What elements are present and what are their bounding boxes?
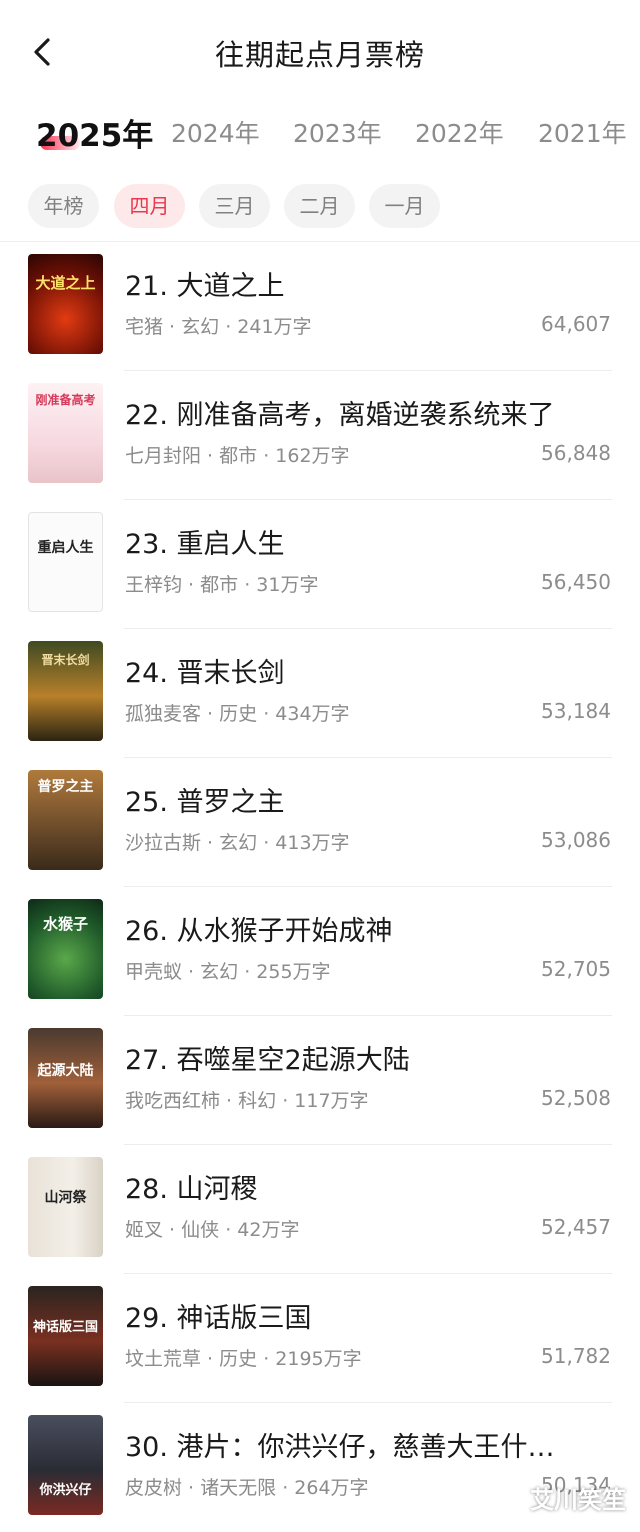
vote-count: 56,450 [541, 570, 611, 594]
genre: 都市 [219, 445, 258, 467]
word-count: 117万字 [294, 1090, 369, 1112]
book-title: 21. 大道之上 [125, 271, 285, 302]
chip-january[interactable]: 一月 [369, 184, 440, 228]
tab-year-2023[interactable]: 2023年 [293, 114, 382, 150]
word-count: 434万字 [275, 703, 350, 725]
vote-count: 53,086 [541, 828, 611, 852]
page-title: 往期起点月票榜 [214, 38, 425, 72]
genre: 玄幻 [219, 832, 258, 854]
book-meta: 甲壳蚁 · 玄幻 · 255万字 [125, 961, 331, 983]
tab-year-2021[interactable]: 2021年 [538, 114, 627, 150]
vote-count: 64,607 [541, 312, 611, 336]
genre: 玄幻 [200, 961, 239, 983]
vote-count: 52,705 [541, 957, 611, 981]
word-count: 264万字 [294, 1477, 369, 1499]
genre: 历史 [219, 703, 258, 725]
author: 孤独麦客 [125, 703, 202, 725]
vote-count: 56,848 [541, 441, 611, 465]
book-cover: 晋末长剑 [28, 641, 103, 741]
year-tabs: 2025年 2024年 2023年 2022年 2021年 [0, 104, 640, 164]
chip-february[interactable]: 二月 [284, 184, 355, 228]
book-title: 30. 港片：你洪兴仔，慈善大王什… [125, 1432, 555, 1463]
genre: 仙侠 [181, 1219, 220, 1241]
genre: 诸天无限 [200, 1477, 277, 1499]
book-meta: 宅猪 · 玄幻 · 241万字 [125, 316, 312, 338]
book-meta: 我吃西红柿 · 科幻 · 117万字 [125, 1090, 369, 1112]
vote-count: 51,782 [541, 1344, 611, 1368]
list-item[interactable]: 起源大陆 27. 吞噬星空2起源大陆 我吃西红柿 · 科幻 · 117万字 52… [0, 1016, 640, 1145]
book-title: 26. 从水猴子开始成神 [125, 916, 393, 947]
author: 王梓钧 [125, 574, 183, 596]
author: 皮皮树 [125, 1477, 183, 1499]
book-meta: 沙拉古斯 · 玄幻 · 413万字 [125, 832, 350, 854]
list-item[interactable]: 晋末长剑 24. 晋末长剑 孤独麦客 · 历史 · 434万字 53,184 [0, 629, 640, 758]
book-meta: 王梓钧 · 都市 · 31万字 [125, 574, 319, 596]
book-meta: 姬叉 · 仙侠 · 42万字 [125, 1219, 300, 1241]
word-count: 241万字 [237, 316, 312, 338]
book-cover: 普罗之主 [28, 770, 103, 870]
chip-april[interactable]: 四月 [114, 184, 185, 228]
author: 我吃西红柿 [125, 1090, 221, 1112]
word-count: 162万字 [275, 445, 350, 467]
list-item[interactable]: 水猴子 26. 从水猴子开始成神 甲壳蚁 · 玄幻 · 255万字 52,705 [0, 887, 640, 1016]
vote-count: 52,508 [541, 1086, 611, 1110]
list-item[interactable]: 神话版三国 29. 神话版三国 坟土荒草 · 历史 · 2195万字 51,78… [0, 1274, 640, 1403]
word-count: 42万字 [237, 1219, 300, 1241]
chip-year-list[interactable]: 年榜 [28, 184, 99, 228]
chip-march[interactable]: 三月 [199, 184, 270, 228]
book-cover: 大道之上 [28, 254, 103, 354]
word-count: 31万字 [256, 574, 319, 596]
book-title: 29. 神话版三国 [125, 1303, 312, 1334]
tab-year-2022[interactable]: 2022年 [415, 114, 504, 150]
genre: 历史 [219, 1348, 258, 1370]
genre: 玄幻 [181, 316, 220, 338]
word-count: 413万字 [275, 832, 350, 854]
list-item[interactable]: 普罗之主 25. 普罗之主 沙拉古斯 · 玄幻 · 413万字 53,086 [0, 758, 640, 887]
list-item[interactable]: 刚准备高考 22. 刚准备高考，离婚逆袭系统来了 七月封阳 · 都市 · 162… [0, 371, 640, 500]
book-cover: 山河祭 [28, 1157, 103, 1257]
book-title: 27. 吞噬星空2起源大陆 [125, 1045, 410, 1076]
vote-count: 53,184 [541, 699, 611, 723]
book-cover: 水猴子 [28, 899, 103, 999]
book-title: 24. 晋末长剑 [125, 658, 285, 689]
author: 坟土荒草 [125, 1348, 202, 1370]
watermark: 艾川笑笙 [530, 1486, 626, 1514]
vote-count: 52,457 [541, 1215, 611, 1239]
genre: 都市 [200, 574, 239, 596]
word-count: 255万字 [256, 961, 331, 983]
list-item[interactable]: 大道之上 21. 大道之上 宅猪 · 玄幻 · 241万字 64,607 [0, 242, 640, 371]
book-title: 23. 重启人生 [125, 529, 285, 560]
book-meta: 七月封阳 · 都市 · 162万字 [125, 445, 350, 467]
book-cover: 起源大陆 [28, 1028, 103, 1128]
tab-year-2024[interactable]: 2024年 [171, 114, 260, 150]
book-meta: 皮皮树 · 诸天无限 · 264万字 [125, 1477, 369, 1499]
author: 甲壳蚁 [125, 961, 183, 983]
list-item[interactable]: 山河祭 28. 山河稷 姬叉 · 仙侠 · 42万字 52,457 [0, 1145, 640, 1274]
book-cover: 神话版三国 [28, 1286, 103, 1386]
author: 宅猪 [125, 316, 164, 338]
book-title: 22. 刚准备高考，离婚逆袭系统来了 [125, 400, 555, 431]
genre: 科幻 [238, 1090, 277, 1112]
author: 沙拉古斯 [125, 832, 202, 854]
book-cover: 刚准备高考 [28, 383, 103, 483]
tab-year-2025[interactable]: 2025年 [36, 110, 153, 155]
list-item[interactable]: 重启人生 23. 重启人生 王梓钧 · 都市 · 31万字 56,450 [0, 500, 640, 629]
book-title: 28. 山河稷 [125, 1174, 258, 1205]
book-meta: 坟土荒草 · 历史 · 2195万字 [125, 1348, 362, 1370]
top-bar: 往期起点月票榜 [0, 0, 640, 104]
book-cover: 重启人生 [28, 512, 103, 612]
word-count: 2195万字 [275, 1348, 362, 1370]
author: 姬叉 [125, 1219, 164, 1241]
month-filter: 年榜 四月 三月 二月 一月 [0, 184, 640, 228]
book-cover: 你洪兴仔 [28, 1415, 103, 1515]
book-meta: 孤独麦客 · 历史 · 434万字 [125, 703, 350, 725]
book-title: 25. 普罗之主 [125, 787, 285, 818]
author: 七月封阳 [125, 445, 202, 467]
